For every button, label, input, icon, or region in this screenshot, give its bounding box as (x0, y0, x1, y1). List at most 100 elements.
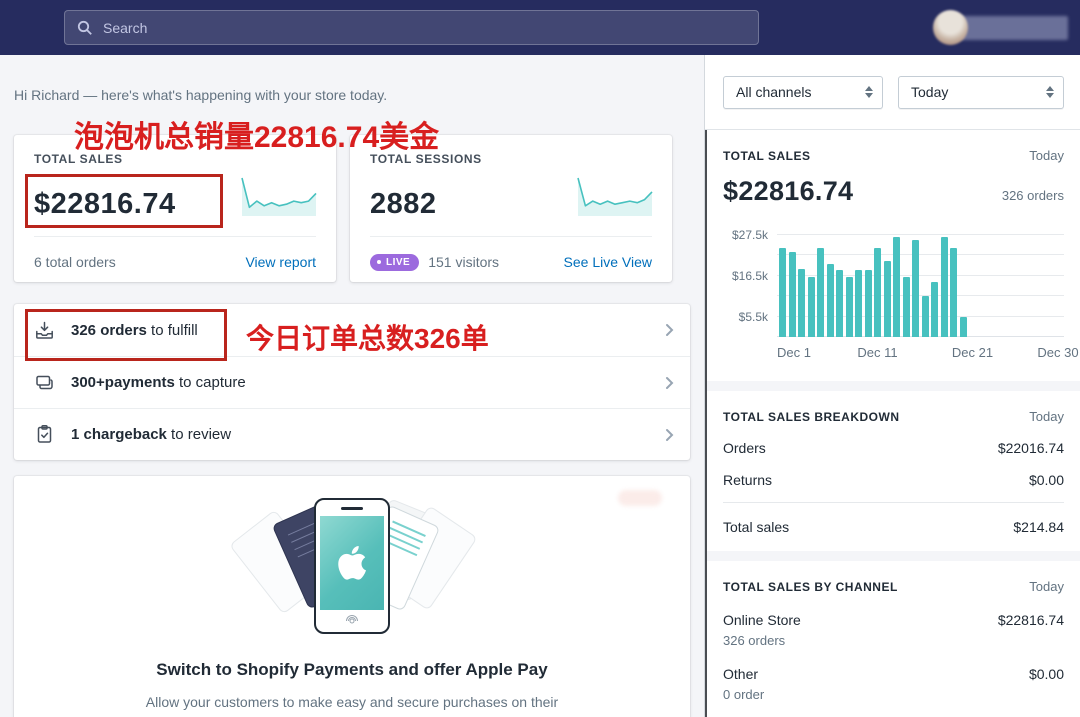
section-title: TOTAL SALES (723, 149, 811, 163)
breakdown-row-total: Total sales$214.84 (723, 519, 1064, 535)
x-tick-label: Dec 30 (1037, 345, 1078, 360)
payments-capture-icon (34, 372, 55, 393)
total-sales-label: TOTAL SALES (34, 152, 316, 166)
section-gap (705, 551, 1080, 561)
channel-row-other: Other$0.00 0 order (723, 666, 1064, 702)
total-sessions-sparkline (576, 173, 656, 219)
total-orders-count: 6 total orders (34, 254, 116, 270)
apple-logo-icon (335, 543, 369, 583)
shopify-payments-promo-card: Switch to Shopify Payments and offer App… (14, 476, 690, 717)
bar (808, 277, 815, 337)
breakdown-row-returns: Returns$0.00 (723, 472, 1064, 488)
dashboard-column: Hi Richard — here's what's happening wit… (0, 55, 704, 717)
task-label: 300+payments to capture (71, 374, 246, 391)
visitors-count: 151 visitors (428, 254, 499, 270)
channel-row-online-store: Online Store$22816.74 326 orders (723, 612, 1064, 648)
sales-bar-chart: $5.5k$16.5k$27.5k Dec 1Dec 11Dec 21Dec 3… (723, 229, 1064, 365)
bar (855, 270, 862, 337)
chevron-right-icon (665, 428, 674, 442)
task-label: 326 orders to fulfill (71, 322, 198, 339)
sales-bar-plot (777, 229, 1064, 337)
apple-pay-illustration (222, 496, 482, 636)
bar (884, 261, 891, 337)
payments-to-capture-row[interactable]: 300+payments to capture (14, 356, 690, 408)
breakdown-row-orders: Orders$22016.74 (723, 440, 1064, 456)
chargeback-review-icon (34, 424, 55, 445)
phone-screen (320, 516, 384, 610)
filters-row: All channels Today (705, 55, 1080, 130)
bar (931, 282, 938, 337)
chevron-right-icon (665, 376, 674, 390)
task-label: 1 chargeback to review (71, 426, 231, 443)
live-dot-icon (377, 260, 381, 264)
divider (723, 502, 1064, 503)
orders-fulfill-icon (34, 320, 55, 341)
avatar[interactable] (933, 10, 968, 45)
section-period: Today (1029, 148, 1064, 163)
greeting-text: Hi Richard — here's what's happening wit… (14, 87, 704, 103)
section-period: Today (1029, 579, 1064, 594)
y-tick-label: $27.5k (732, 228, 768, 242)
promo-title: Switch to Shopify Payments and offer App… (14, 660, 690, 680)
search-input[interactable] (103, 20, 746, 36)
bars-group (779, 237, 967, 337)
total-sessions-card: TOTAL SESSIONS 2882 LIVE 151 visitors Se… (350, 135, 672, 282)
bar (960, 317, 967, 338)
sales-by-channel-section: TOTAL SALES BY CHANNEL Today Online Stor… (705, 561, 1080, 717)
bar (789, 252, 796, 337)
divider (34, 236, 316, 237)
total-sales-card: TOTAL SALES $22816.74 6 total orders Vie… (14, 135, 336, 282)
bar (893, 237, 900, 337)
x-tick-label: Dec 11 (857, 345, 897, 360)
y-tick-label: $16.5k (732, 269, 768, 283)
chargeback-to-review-row[interactable]: 1 chargeback to review (14, 408, 690, 460)
bar (950, 248, 957, 337)
divider (370, 236, 652, 237)
bar (865, 270, 872, 337)
sidebar-total-sales-section: TOTAL SALES Today $22816.74 326 orders $… (705, 130, 1080, 381)
section-gap (705, 381, 1080, 391)
stat-cards-row: TOTAL SALES $22816.74 6 total orders Vie… (14, 135, 690, 282)
x-tick-label: Dec 1 (777, 345, 811, 360)
bar (903, 277, 910, 337)
live-badge: LIVE (370, 254, 419, 271)
iphone-icon (314, 498, 390, 634)
analytics-sidebar: All channels Today TOTAL SALES Today $22… (704, 55, 1080, 717)
tasks-card: 326 orders to fulfill 300+payments to ca… (14, 304, 690, 460)
x-tick-label: Dec 21 (952, 345, 993, 360)
date-range-select[interactable]: Today (898, 76, 1064, 109)
section-title: TOTAL SALES BY CHANNEL (723, 580, 898, 594)
sidebar-orders-count: 326 orders (1002, 188, 1064, 203)
y-axis-labels: $5.5k $16.5k $27.5k (723, 229, 777, 337)
channel-select[interactable]: All channels (723, 76, 883, 109)
x-axis-labels: Dec 1Dec 11Dec 21Dec 30 (777, 345, 1064, 365)
see-live-view-link[interactable]: See Live View (564, 254, 652, 270)
sales-breakdown-section: TOTAL SALES BREAKDOWN Today Orders$22016… (705, 391, 1080, 551)
total-sessions-label: TOTAL SESSIONS (370, 152, 652, 166)
chevron-right-icon (665, 323, 674, 337)
bar (827, 264, 834, 337)
view-report-link[interactable]: View report (245, 254, 316, 270)
user-menu[interactable] (933, 10, 1068, 45)
bar (798, 269, 805, 337)
user-name-redacted (960, 16, 1068, 40)
bar (846, 277, 853, 337)
total-sales-sparkline (240, 173, 320, 219)
search-icon (77, 20, 93, 36)
gridline (777, 234, 1064, 235)
sidebar-total-sales-value: $22816.74 (723, 176, 853, 207)
section-title: TOTAL SALES BREAKDOWN (723, 410, 900, 424)
bar (817, 248, 824, 337)
orders-to-fulfill-row[interactable]: 326 orders to fulfill (14, 304, 690, 356)
search-box[interactable] (64, 10, 759, 45)
topbar (0, 0, 1080, 55)
pink-artifact (618, 490, 662, 506)
bar (874, 248, 881, 337)
fingerprint-icon (344, 613, 360, 629)
bar (941, 237, 948, 337)
bar (779, 248, 786, 337)
bar (912, 240, 919, 337)
main-content: Hi Richard — here's what's happening wit… (0, 55, 1080, 717)
y-tick-label: $5.5k (739, 310, 768, 324)
sidebar-edge-line (705, 130, 707, 717)
